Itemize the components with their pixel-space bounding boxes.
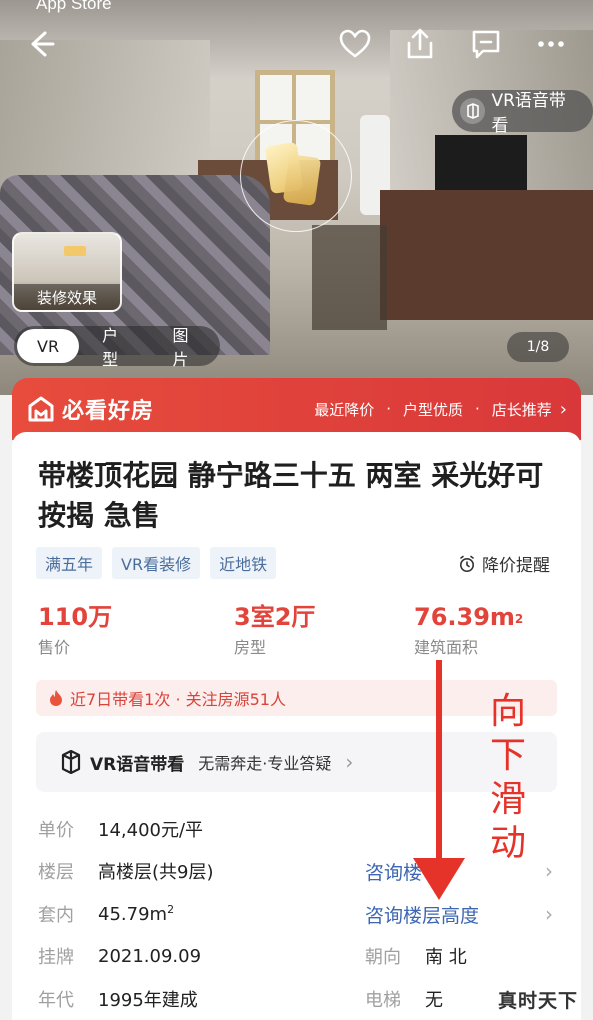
vr-voice-guide-card[interactable]: VR语音带看 无需奔走·专业答疑 ›: [36, 732, 557, 792]
stat-area-unit-sup: 2: [514, 612, 524, 626]
heart-icon[interactable]: [335, 24, 375, 64]
tag-five-years: 满五年: [36, 547, 103, 579]
tag-vr-decoration[interactable]: VR看装修: [112, 547, 201, 579]
listing-title: 带楼顶花园 静宁路三十五 两室 采光好可按揭 急售: [38, 459, 544, 532]
tab-vr[interactable]: VR: [17, 329, 80, 363]
must-see-banner[interactable]: 必看好房 最近降价 · 户型优质 · 店长推荐 ›: [12, 378, 581, 440]
chevron-right-icon[interactable]: ›: [545, 857, 553, 885]
vr-card-back: [282, 154, 322, 206]
annotation-char: 滑: [489, 779, 526, 820]
scroll-down-annotation: 向 下 滑 动: [488, 690, 528, 866]
detail-value: 南 北: [425, 947, 467, 968]
detail-inner-area: 套内 45.79m2: [38, 900, 174, 928]
detail-value: 45.79m: [98, 904, 168, 925]
stat-layout-value: 3室2厅: [234, 603, 316, 631]
perk-separator: ·: [386, 400, 391, 418]
thumbnail-ceiling-light: [64, 246, 86, 256]
detail-value: 1995年建成: [98, 990, 198, 1011]
detail-unit-sup: 2: [167, 903, 175, 916]
vr-voice-guide-button[interactable]: VR语音带看: [452, 90, 593, 136]
annotation-char: 下: [489, 735, 526, 776]
popularity-text: 近7日带看1次 · 关注房源51人: [70, 690, 286, 709]
banner-brand-text: 必看好房: [62, 399, 155, 424]
decoration-effect-label: 装修效果: [14, 284, 120, 310]
stat-area: 76.39m2 建筑面积: [414, 602, 523, 658]
detail-year: 年代 1995年建成: [38, 985, 198, 1013]
photo-coffee-table: [312, 225, 387, 330]
stat-price-value: 110万: [38, 603, 113, 631]
tab-floorplan[interactable]: 户型: [82, 326, 149, 369]
house-logo-icon: [28, 396, 54, 422]
detail-floor: 楼层 高楼层(共9层): [38, 857, 214, 885]
perk-good-layout: 户型优质: [402, 400, 463, 419]
decoration-effect-thumbnail[interactable]: 装修效果: [12, 232, 122, 312]
detail-listed: 挂牌 2021.09.09: [38, 942, 201, 970]
banner-perks: 最近降价 · 户型优质 · 店长推荐 ›: [314, 399, 567, 420]
consult-floor-height-link[interactable]: 咨询楼层高度: [365, 900, 479, 928]
detail-key: 套内: [38, 905, 74, 926]
detail-value: 高楼层(共9层): [98, 862, 214, 883]
annotation-char: 动: [489, 823, 526, 864]
share-icon[interactable]: [400, 24, 440, 64]
chevron-right-icon: ›: [559, 398, 567, 420]
detail-unit-price: 单价 14,400元/平: [38, 815, 203, 843]
vr-cards-icon[interactable]: [264, 142, 322, 210]
stat-area-value: 76.39m: [414, 603, 515, 631]
chevron-right-icon: ›: [345, 750, 354, 774]
detail-elevator: 电梯 无: [365, 985, 443, 1013]
photo-page-indicator: 1/8: [507, 332, 569, 362]
photo-tv-stand: [380, 190, 593, 320]
stat-price-label: 售价: [38, 638, 71, 657]
media-tabs: VR 户型 图片: [14, 326, 220, 369]
price-alert-label: 降价提醒: [482, 556, 550, 576]
vr-box-desc: 无需奔走·专业答疑: [198, 754, 332, 773]
detail-key: 楼层: [38, 862, 74, 883]
stat-area-value-wrap: 76.39m2: [414, 602, 523, 632]
detail-key: 年代: [38, 990, 74, 1011]
annotation-char: 向: [489, 691, 526, 732]
back-arrow-icon[interactable]: [20, 24, 60, 64]
detail-key: 挂牌: [38, 947, 74, 968]
message-icon[interactable]: [466, 24, 506, 64]
alarm-clock-icon: [460, 555, 474, 572]
vr-voice-logo-icon: [460, 98, 486, 124]
watermark: 真时天下: [498, 990, 579, 1012]
chevron-right-icon[interactable]: ›: [545, 900, 553, 928]
detail-orientation: 朝向 南 北: [365, 942, 467, 970]
popularity-bar: 近7日带看1次 · 关注房源51人: [36, 680, 557, 716]
perk-separator: ·: [475, 400, 480, 418]
detail-key: 单价: [38, 820, 74, 841]
stat-layout-label: 房型: [234, 638, 267, 657]
stat-layout: 3室2厅 房型: [234, 602, 315, 658]
vr-box-title: VR语音带看: [90, 754, 185, 775]
back-to-app-label[interactable]: App Store: [36, 0, 112, 14]
more-icon[interactable]: [531, 24, 571, 64]
perk-recent-price-cut: 最近降价: [314, 400, 375, 419]
detail-value-wrap: 45.79m2: [98, 903, 174, 925]
detail-value: 2021.09.09: [98, 945, 202, 967]
banner-brand: 必看好房: [26, 393, 154, 425]
detail-value: 无: [425, 990, 443, 1011]
detail-value: 14,400元/平: [98, 820, 204, 841]
scroll-down-arrow-line: [436, 660, 442, 865]
vr-voice-guide-label: VR语音带看: [491, 91, 566, 136]
perk-manager-pick: 店长推荐: [491, 400, 552, 419]
detail-key: 电梯: [365, 990, 401, 1011]
scroll-down-arrow-head-icon: [413, 858, 465, 900]
listing-tags: 满五年 VR看装修 近地铁: [36, 547, 277, 579]
stat-area-label: 建筑面积: [414, 638, 479, 657]
price-alert-button[interactable]: 降价提醒: [458, 551, 550, 576]
flame-icon: [50, 690, 62, 706]
vr-box-logo-icon: [61, 750, 81, 774]
tag-near-subway: 近地铁: [210, 547, 277, 579]
tab-photos[interactable]: 图片: [153, 326, 220, 369]
detail-key: 朝向: [365, 947, 401, 968]
stat-price: 110万 售价: [38, 602, 112, 658]
